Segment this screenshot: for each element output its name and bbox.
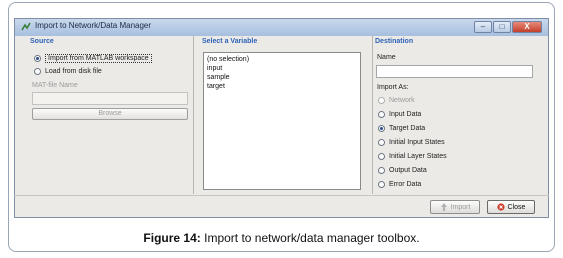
radio-load-disk-file[interactable]: Load from disk file — [34, 68, 102, 75]
radio-output-data[interactable]: Output Data — [378, 167, 427, 174]
figure-caption: Figure 14: Import to network/data manage… — [0, 231, 563, 245]
window-title: Import to Network/Data Manager — [35, 21, 152, 30]
list-item[interactable]: (no selection) — [207, 55, 357, 64]
radio-initial-input-states[interactable]: Initial Input States — [378, 139, 445, 146]
mat-file-input[interactable] — [32, 92, 188, 105]
radio-label: Error Data — [389, 181, 422, 188]
footer-divider — [14, 195, 549, 196]
import-icon — [440, 203, 447, 211]
select-variable-title: Select a Variable — [202, 38, 258, 45]
variable-list[interactable]: (no selection) input sample target — [203, 52, 361, 190]
close-window-button[interactable]: X — [512, 21, 542, 33]
maximize-button[interactable]: □ — [493, 21, 511, 33]
title-bar[interactable]: Import to Network/Data Manager – □ X — [14, 18, 549, 36]
close-button[interactable]: Close — [487, 200, 535, 214]
minimize-button[interactable]: – — [474, 21, 492, 33]
radio-input-data[interactable]: Input Data — [378, 111, 421, 118]
radio-icon — [378, 139, 385, 146]
radio-icon — [378, 153, 385, 160]
radio-icon — [378, 125, 385, 132]
name-label: Name — [377, 54, 396, 61]
radio-label: Output Data — [389, 167, 427, 174]
source-title: Source — [30, 38, 54, 45]
mat-file-label: MAT-file Name — [32, 82, 78, 89]
radio-icon — [378, 111, 385, 118]
radio-label: Target Data — [389, 125, 426, 132]
close-label: Close — [507, 203, 526, 211]
radio-initial-layer-states[interactable]: Initial Layer States — [378, 153, 447, 160]
radio-error-data[interactable]: Error Data — [378, 181, 421, 188]
import-button[interactable]: Import — [430, 200, 480, 214]
radio-label: Load from disk file — [45, 68, 102, 75]
import-label: Import — [450, 203, 471, 211]
radio-import-workspace[interactable]: Import from MATLAB workspace — [34, 54, 152, 63]
radio-icon — [34, 55, 41, 62]
caption-figure-number: Figure 14: — [143, 231, 201, 245]
radio-icon — [378, 167, 385, 174]
destination-title: Destination — [375, 38, 414, 45]
radio-label: Initial Layer States — [389, 153, 447, 160]
browse-button[interactable]: Browse — [32, 108, 188, 120]
radio-network[interactable]: Network — [378, 97, 415, 104]
radio-label: Initial Input States — [389, 139, 445, 146]
close-icon — [496, 203, 505, 211]
matlab-app-icon — [21, 22, 31, 31]
radio-icon — [378, 181, 385, 188]
caption-text: Import to network/data manager toolbox. — [204, 231, 420, 245]
radio-label: Import from MATLAB workspace — [45, 54, 152, 63]
list-item[interactable]: sample — [207, 73, 357, 82]
radio-target-data[interactable]: Target Data — [378, 125, 425, 132]
radio-label: Input Data — [389, 111, 422, 118]
list-item[interactable]: target — [207, 82, 357, 91]
import-as-label: Import As: — [377, 84, 409, 91]
list-item[interactable]: input — [207, 64, 357, 73]
radio-icon — [378, 97, 385, 104]
radio-label: Network — [389, 97, 415, 104]
name-input[interactable] — [376, 65, 533, 78]
radio-icon — [34, 68, 41, 75]
